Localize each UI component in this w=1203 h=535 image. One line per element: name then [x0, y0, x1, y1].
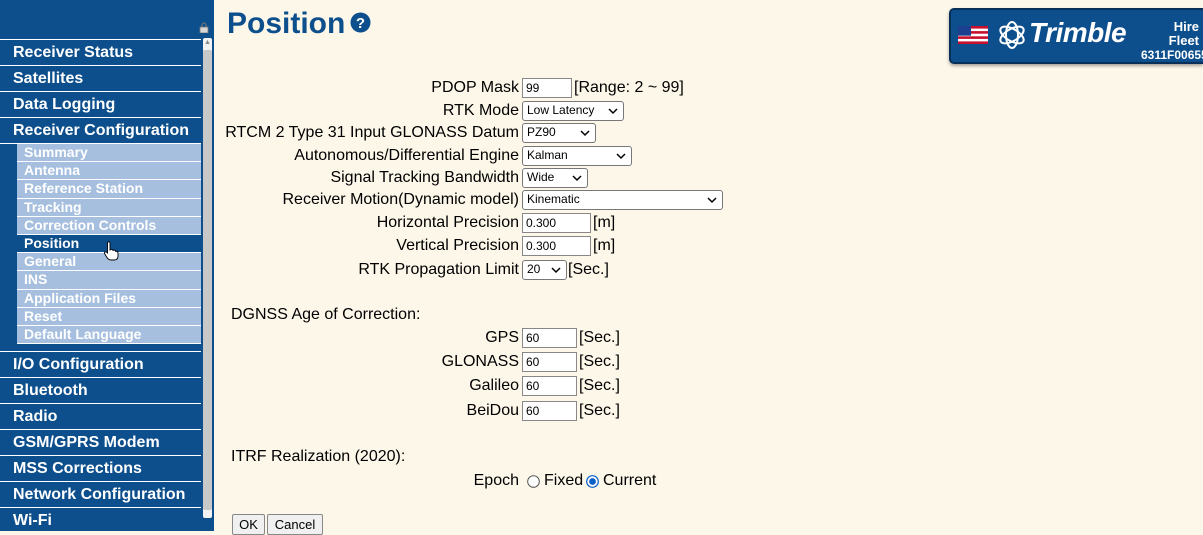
sidebar-submenu: Summary Antenna Reference Station Tracki… — [0, 144, 201, 345]
engine-value: Kalman — [527, 148, 568, 162]
epoch-fixed-label: Fixed — [544, 472, 584, 489]
sidebar-group-wi-fi[interactable]: Wi-Fi — [0, 508, 201, 531]
beidou-age-input[interactable]: 60 — [522, 401, 577, 421]
chevron-down-icon — [572, 175, 582, 182]
galileo-age-input[interactable]: 60 — [522, 376, 577, 396]
sidebar-item-antenna[interactable]: Antenna — [17, 162, 201, 181]
rtk-mode-value: Low Latency — [527, 103, 595, 117]
rtcm-glonass-datum-label: RTCM 2 Type 31 Input GLONASS Datum — [225, 124, 519, 141]
dgnss-section-header: DGNSS Age of Correction: — [231, 306, 421, 323]
page-title: Position — [227, 7, 346, 40]
tracking-bandwidth-select[interactable]: Wide — [522, 168, 588, 188]
gps-age-unit: [Sec.] — [579, 329, 620, 346]
rtk-propagation-limit-unit: [Sec.] — [568, 261, 609, 278]
trimble-logo-text: Trimble — [1029, 17, 1127, 48]
chevron-down-icon — [551, 267, 561, 274]
hand-cursor-icon — [103, 241, 119, 261]
receiver-id-label: Hire Fleet 6311F00655 — [1141, 19, 1203, 63]
sidebar-group-gsm-gprs-modem[interactable]: GSM/GPRS Modem — [0, 430, 201, 457]
sidebar-group-mss-corrections[interactable]: MSS Corrections — [0, 456, 201, 483]
receiver-motion-value: Kinematic — [527, 192, 580, 206]
receiver-motion-select[interactable]: Kinematic — [522, 190, 723, 210]
cancel-button[interactable]: Cancel — [267, 514, 323, 535]
itrf-section-header: ITRF Realization (2020): — [231, 448, 406, 465]
scrollbar-thumb[interactable] — [203, 50, 212, 510]
sidebar-nav: Receiver Status Satellites Data Logging … — [0, 0, 214, 531]
sidebar-group-network-configuration[interactable]: Network Configuration — [0, 482, 201, 509]
sidebar-group-receiver-status[interactable]: Receiver Status — [0, 40, 201, 66]
chevron-down-icon — [707, 197, 717, 204]
sidebar-group-satellites[interactable]: Satellites — [0, 66, 201, 92]
rtk-propagation-limit-select[interactable]: 20 — [522, 260, 567, 280]
sidebar-item-summary[interactable]: Summary — [17, 144, 201, 163]
gps-age-label: GPS — [485, 329, 519, 346]
glonass-age-input[interactable]: 60 — [522, 352, 577, 372]
sidebar-group-receiver-configuration[interactable]: Receiver Configuration — [0, 118, 201, 144]
horizontal-precision-input[interactable]: 0.300 — [522, 213, 591, 233]
sidebar-group-radio[interactable]: Radio — [0, 404, 201, 431]
sidebar-item-reference-station[interactable]: Reference Station — [17, 180, 201, 199]
chevron-down-icon — [608, 108, 618, 115]
engine-label: Autonomous/Differential Engine — [294, 147, 519, 164]
chevron-down-icon — [580, 130, 590, 137]
beidou-age-label: BeiDou — [466, 402, 519, 419]
receiver-motion-label: Receiver Motion(Dynamic model) — [282, 191, 519, 208]
rtcm-glonass-datum-value: PZ90 — [527, 125, 556, 139]
sidebar-scroll-area: Receiver Status Satellites Data Logging … — [0, 0, 201, 531]
rtk-mode-select[interactable]: Low Latency — [522, 101, 624, 121]
horizontal-precision-unit: [m] — [593, 214, 616, 231]
vertical-precision-input[interactable]: 0.300 — [522, 236, 591, 256]
sidebar-item-ins[interactable]: INS — [17, 271, 201, 290]
sidebar-item-application-files[interactable]: Application Files — [17, 289, 201, 308]
galileo-age-label: Galileo — [469, 377, 519, 394]
hire-fleet-label: Hire Fleet — [1168, 19, 1199, 48]
ok-button[interactable]: OK — [232, 514, 265, 535]
tracking-bandwidth-value: Wide — [527, 170, 555, 184]
scroll-up-arrow-icon[interactable]: ▲ — [203, 38, 212, 48]
sidebar-item-reset[interactable]: Reset — [17, 307, 201, 326]
rtk-propagation-limit-label: RTK Propagation Limit — [358, 261, 519, 278]
rtk-propagation-limit-value: 20 — [527, 262, 541, 276]
epoch-fixed-radio[interactable] — [527, 475, 540, 488]
beidou-age-unit: [Sec.] — [579, 402, 620, 419]
trimble-logo-badge: Trimble Hire Fleet 6311F00655 — [949, 8, 1203, 64]
epoch-current-radio[interactable] — [586, 475, 599, 488]
serial-number: 6311F00655 — [1141, 48, 1203, 62]
rtcm-glonass-datum-select[interactable]: PZ90 — [522, 123, 596, 143]
svg-text:?: ? — [356, 15, 365, 32]
tracking-bandwidth-label: Signal Tracking Bandwidth — [330, 169, 519, 186]
pdop-mask-input[interactable]: 99 — [522, 78, 572, 98]
gps-age-input[interactable]: 60 — [522, 328, 577, 348]
lock-icon — [199, 22, 209, 33]
help-icon[interactable]: ? — [350, 12, 371, 33]
sidebar-divider — [0, 344, 201, 353]
galileo-age-unit: [Sec.] — [579, 377, 620, 394]
us-flag-icon — [958, 26, 988, 44]
horizontal-precision-label: Horizontal Precision — [376, 214, 519, 231]
sidebar-scrollbar[interactable]: ▲ — [201, 0, 214, 531]
sidebar-item-default-language[interactable]: Default Language — [17, 325, 201, 345]
epoch-current-label: Current — [603, 472, 657, 489]
glonass-age-label: GLONASS — [441, 353, 519, 370]
vertical-precision-label: Vertical Precision — [396, 237, 519, 254]
vertical-precision-unit: [m] — [593, 237, 616, 254]
scrollbar-track[interactable]: ▲ — [203, 38, 212, 518]
sidebar-group-data-logging[interactable]: Data Logging — [0, 92, 201, 118]
epoch-label: Epoch — [473, 472, 519, 489]
sidebar-group-bluetooth[interactable]: Bluetooth — [0, 378, 201, 405]
rtk-mode-label: RTK Mode — [442, 102, 519, 119]
pdop-mask-label: PDOP Mask — [431, 79, 519, 96]
sidebar-group-io-configuration[interactable]: I/O Configuration — [0, 352, 201, 379]
sidebar-top — [0, 0, 201, 40]
chevron-down-icon — [616, 153, 626, 160]
engine-select[interactable]: Kalman — [522, 146, 632, 166]
pdop-range-text: [Range: 2 ~ 99] — [574, 79, 684, 96]
sidebar-item-tracking[interactable]: Tracking — [17, 198, 201, 217]
glonass-age-unit: [Sec.] — [579, 353, 620, 370]
trimble-globe-icon — [999, 21, 1025, 49]
sidebar-item-correction-controls[interactable]: Correction Controls — [17, 216, 201, 235]
